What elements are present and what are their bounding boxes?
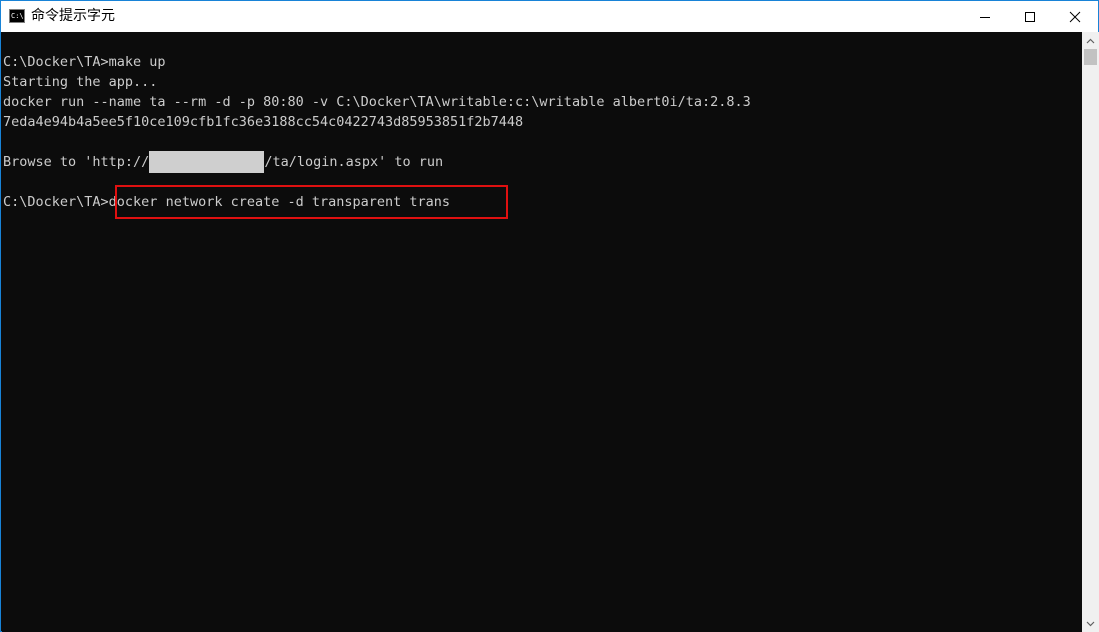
command-prompt-icon[interactable]: C:\ [9,9,25,23]
chevron-up-icon [1086,38,1095,43]
command-prompt: C:\Docker\TA> [3,194,109,210]
minimize-button[interactable] [962,1,1008,32]
vertical-scrollbar[interactable] [1082,32,1099,632]
browse-line-suffix: /ta/login.aspx' to run [264,154,444,170]
maximize-button[interactable] [1007,1,1053,32]
chevron-down-icon [1086,621,1095,626]
window-title: 命令提示字元 [31,8,115,24]
console-line: Starting the app... [3,74,158,90]
console-line: 7eda4e94b4a5ee5f10ce109cfb1fc36e3188cc54… [3,114,524,130]
close-button[interactable] [1052,1,1098,32]
scroll-down-button[interactable] [1082,615,1099,632]
scroll-thumb[interactable] [1084,49,1097,65]
redacted-host [149,151,265,173]
highlight-box [115,185,508,219]
scroll-up-button[interactable] [1082,32,1099,49]
browse-line: Browse to 'http:// /ta/login.aspx' to run [3,151,444,173]
maximize-icon [1025,11,1035,22]
console-line: docker run --name ta --rm -d -p 80:80 -v… [3,94,751,110]
console-line: C:\Docker\TA>make up [3,54,166,70]
title-bar[interactable]: C:\ 命令提示字元 [1,1,1098,32]
command-prompt-window: C:\ 命令提示字元 C:\Docker\TA>make up Starting… [0,0,1099,632]
console-output[interactable]: C:\Docker\TA>make up Starting the app...… [2,32,1082,632]
minimize-icon [980,16,990,18]
browse-line-prefix: Browse to 'http:// [3,154,150,170]
close-icon [1069,11,1081,22]
